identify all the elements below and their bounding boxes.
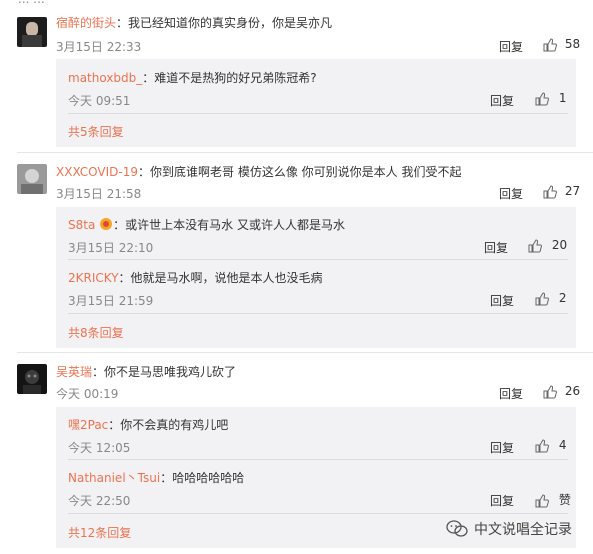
reply-username[interactable]: 2KRICKY [68, 271, 119, 285]
reply-thread: S8ta ：或许世上本没有马水 又或许人人都是马水 3月15日 22:10 回复… [56, 207, 576, 348]
comment-time: 3月15日 21:58 [56, 187, 142, 201]
thumbs-up-icon [535, 291, 549, 305]
reply-time: 今天 22:50 [68, 494, 131, 508]
reply-text: ：难道不是热狗的好兄弟陈冠希? [142, 71, 317, 85]
thumbs-up-icon [535, 493, 549, 507]
reply-time: 3月15日 22:10 [68, 241, 154, 255]
more-replies-link[interactable]: 共12条回复 [68, 524, 131, 541]
reply-username[interactable]: mathoxbdb_ [68, 71, 142, 85]
comment-username[interactable]: 吴英瑞 [56, 365, 92, 379]
like-count: 赞 [558, 493, 571, 507]
thumbs-up-icon [543, 37, 557, 51]
like-button[interactable]: 1 [535, 91, 566, 106]
comment-text: ：你不是马思唯我鸡儿砍了 [92, 365, 237, 379]
avatar[interactable] [17, 17, 47, 47]
reply-time: 今天 12:05 [68, 441, 131, 455]
reply-button[interactable]: 回复 [499, 38, 523, 55]
medal-badge-icon [99, 217, 113, 234]
comment-text: ：你到底谁啊老哥 模仿这么像 你可别说你是本人 我们受不起 [138, 165, 462, 179]
more-replies-link[interactable]: 共5条回复 [68, 123, 124, 140]
avatar[interactable] [17, 364, 47, 394]
like-button[interactable]: 2 [535, 291, 566, 306]
reply-button[interactable]: 回复 [484, 239, 508, 256]
reply-button[interactable]: 回复 [490, 492, 514, 509]
like-count: 26 [564, 384, 581, 398]
reply-text: ：哈哈哈哈哈哈 [160, 471, 245, 485]
like-button[interactable]: 赞 [535, 491, 571, 508]
reply-thread: mathoxbdb_：难道不是热狗的好兄弟陈冠希? 今天 09:51 回复 1 … [56, 59, 576, 147]
like-count: 20 [551, 238, 568, 252]
like-count: 1 [558, 91, 567, 105]
comment-username[interactable]: 宿醉的街头 [56, 16, 116, 30]
reply-text: ：你不会真的有鸡儿吧 [108, 418, 229, 432]
comment-time: 今天 00:19 [56, 387, 119, 401]
thumbs-up-icon [543, 384, 557, 398]
reply-username[interactable]: Nathaniel丶Tsui [68, 471, 160, 485]
like-count: 27 [564, 184, 581, 198]
thumbs-up-icon [543, 184, 557, 198]
like-button[interactable]: 27 [543, 184, 580, 199]
reply-username[interactable]: 嘿2Pac [68, 418, 108, 432]
thumbs-up-icon [528, 238, 542, 252]
comment-time: 3月15日 22:33 [56, 40, 142, 54]
more-replies-link[interactable]: 共8条回复 [68, 324, 124, 341]
comment-text: ：我已经知道你的真实身份，你是吴亦凡 [116, 16, 333, 30]
like-button[interactable]: 20 [528, 238, 567, 253]
thumbs-up-icon [535, 91, 549, 105]
reply-username[interactable]: S8ta [68, 218, 95, 232]
like-count: 2 [558, 291, 567, 305]
comment-username[interactable]: XXXCOVID-19 [56, 165, 138, 179]
reply-button[interactable]: 回复 [499, 185, 523, 202]
avatar[interactable] [17, 164, 47, 194]
reply-button[interactable]: 回复 [490, 292, 514, 309]
wechat-icon [446, 520, 468, 537]
cropped-top-text: ... ... [18, 0, 45, 6]
like-button[interactable]: 26 [543, 384, 580, 399]
reply-time: 今天 09:51 [68, 94, 131, 108]
reply-button[interactable]: 回复 [490, 92, 514, 109]
reply-time: 3月15日 21:59 [68, 294, 154, 308]
like-count: 58 [564, 37, 581, 51]
reply-button[interactable]: 回复 [499, 385, 523, 402]
like-button[interactable]: 4 [535, 438, 566, 453]
watermark-text: 中文说唱全记录 [474, 522, 572, 538]
reply-text: ：他就是马水啊，说他是本人也没毛病 [118, 271, 323, 285]
thumbs-up-icon [535, 438, 549, 452]
reply-button[interactable]: 回复 [490, 439, 514, 456]
like-count: 4 [558, 438, 567, 452]
like-button[interactable]: 58 [543, 37, 580, 52]
reply-text: ：或许世上本没有马水 又或许人人都是马水 [113, 218, 345, 232]
